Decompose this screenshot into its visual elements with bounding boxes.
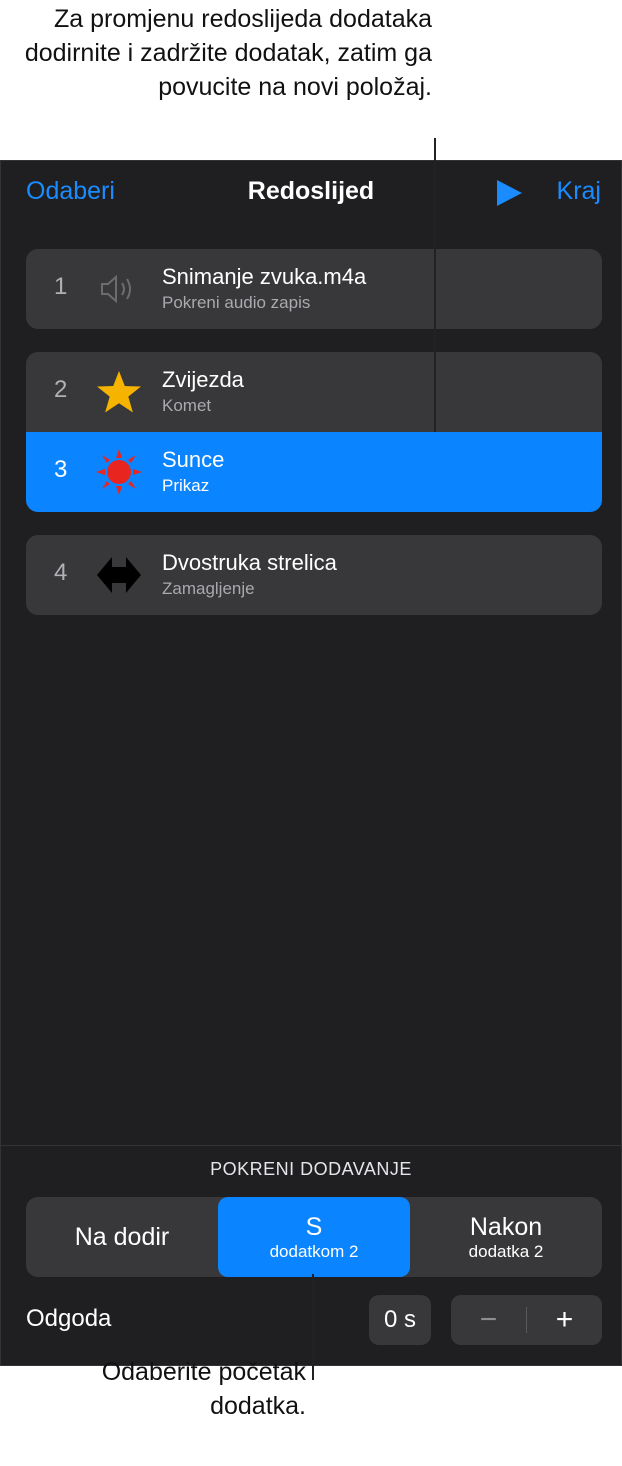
build-number: 1 <box>54 273 68 300</box>
start-build-segmented-control: Na dodir S dodatkom 2 Nakon dodatka 2 <box>26 1197 602 1277</box>
segment-label: Na dodir <box>74 1223 170 1251</box>
build-effect: Pokreni audio zapis <box>162 293 311 312</box>
segment-with-build[interactable]: S dodatkom 2 <box>218 1197 410 1277</box>
callout-reorder: Za promjenu redoslijeda dodataka dodirni… <box>24 5 432 101</box>
build-number: 3 <box>54 456 68 483</box>
build-order-panel: Odaberi Redoslijed Kraj 1 Snimanje zvuka… <box>0 160 622 1366</box>
callout-start-build: Odaberite početak dodatka. <box>101 1358 306 1420</box>
build-name: Dvostruka strelica <box>162 550 337 575</box>
build-row-selected[interactable]: 3 Sunce Prikaz <box>26 432 602 512</box>
segment-sublabel: dodatka 2 <box>468 1242 544 1261</box>
segment-after-build[interactable]: Nakon dodatka 2 <box>410 1197 602 1277</box>
build-name: Snimanje zvuka.m4a <box>162 264 367 289</box>
sun-icon <box>96 449 142 495</box>
top-bar: Odaberi Redoslijed Kraj <box>1 161 621 225</box>
divider <box>1 1145 621 1146</box>
build-number: 2 <box>54 376 68 403</box>
speaker-icon <box>101 274 131 304</box>
star-icon <box>97 371 141 413</box>
callout-leader-line <box>312 1274 314 1380</box>
build-name: Zvijezda <box>162 367 244 392</box>
delay-value-field[interactable]: 0 s <box>369 1295 431 1345</box>
build-group: 4 Dvostruka strelica Zamagljenje <box>26 535 602 615</box>
delay-stepper: − + <box>451 1295 602 1345</box>
build-effect: Zamagljenje <box>162 579 255 598</box>
build-effect: Komet <box>162 396 212 415</box>
build-number: 4 <box>54 559 68 586</box>
start-build-label: POKRENI DODAVANJE <box>210 1159 412 1179</box>
build-row[interactable]: 4 Dvostruka strelica Zamagljenje <box>26 535 602 615</box>
double-arrow-icon <box>97 557 141 593</box>
play-icon[interactable] <box>494 178 524 208</box>
segment-label: Nakon <box>469 1213 543 1241</box>
done-button[interactable]: Kraj <box>557 177 601 206</box>
increment-button[interactable]: + <box>527 1295 602 1345</box>
build-effect: Prikaz <box>162 476 210 495</box>
build-group: 1 Snimanje zvuka.m4a Pokreni audio zapis <box>26 249 602 329</box>
build-row[interactable]: 1 Snimanje zvuka.m4a Pokreni audio zapis <box>26 249 602 329</box>
panel-title: Redoslijed <box>247 177 375 205</box>
callout-leader-line <box>434 138 436 432</box>
segment-label: S <box>305 1213 323 1241</box>
delay-label: Odgoda <box>26 1305 112 1332</box>
build-name: Sunce <box>162 447 225 472</box>
segment-sublabel: dodatkom 2 <box>269 1242 359 1261</box>
segment-on-tap[interactable]: Na dodir <box>26 1197 218 1277</box>
build-row[interactable]: 2 Zvijezda Komet <box>26 352 602 432</box>
decrement-button[interactable]: − <box>451 1295 526 1345</box>
build-group: 2 Zvijezda Komet 3 Sunce Prikaz <box>26 352 602 512</box>
